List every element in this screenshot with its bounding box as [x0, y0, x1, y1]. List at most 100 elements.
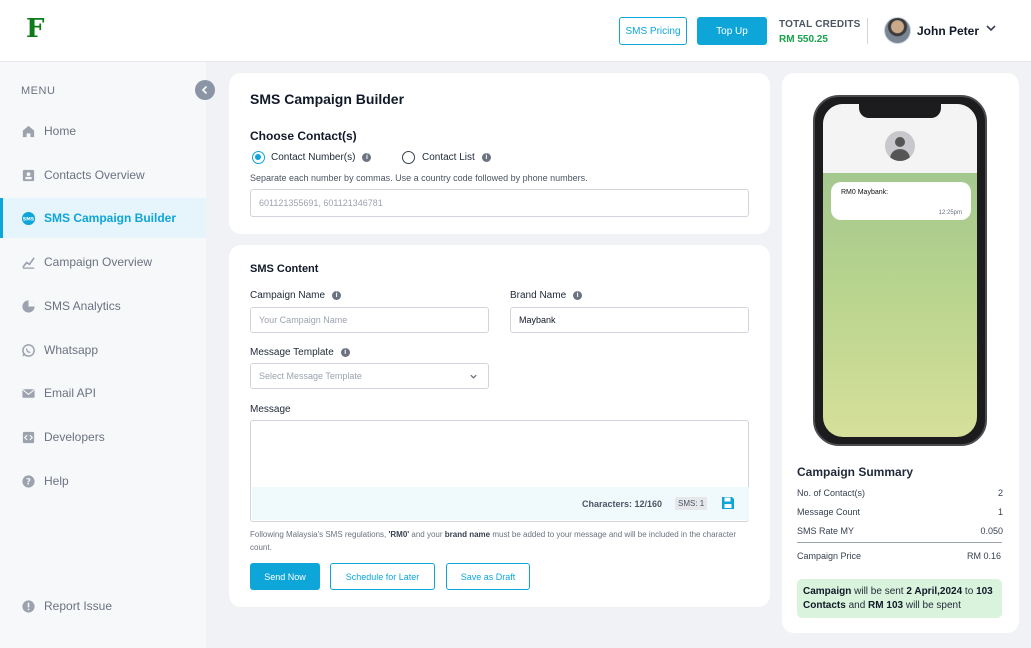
report-issue-link[interactable]: Report Issue [0, 586, 206, 626]
sidebar-item-label: Help [44, 474, 69, 488]
note-text: and your [409, 530, 445, 539]
contacts-icon [21, 168, 36, 183]
sms-regulation-note: Following Malaysia's SMS regulations, 'R… [250, 528, 750, 554]
sidebar-item-label: Campaign Overview [44, 255, 153, 269]
contact-avatar-icon [885, 131, 915, 161]
sms-content-heading: SMS Content [250, 263, 319, 275]
sidebar-item-help[interactable]: ? Help [0, 461, 206, 501]
note-text: Following Malaysia's SMS regulations, [250, 530, 389, 539]
summary-value: 0.050 [980, 526, 1003, 536]
sidebar-item-developers[interactable]: Developers [0, 417, 206, 457]
numbers-helper-text: Separate each number by commas. Use a co… [250, 173, 588, 183]
brand-name-label: Brand Name [510, 289, 567, 301]
info-icon[interactable]: i [481, 153, 491, 162]
sidebar-item-label: SMS Campaign Builder [44, 211, 177, 225]
notice-date: 2 April,2024 [906, 586, 963, 597]
info-icon[interactable]: i [362, 153, 372, 162]
message-template-label-row: Message Template i [250, 346, 350, 358]
summary-row: No. of Contact(s) 2 [797, 488, 1003, 498]
contact-numbers-input[interactable]: 601121355691, 601121346781 [250, 189, 749, 217]
campaign-price-value: RM 0.16 [967, 551, 1002, 561]
summary-row: Message Count 1 [797, 507, 1003, 517]
campaign-name-label-row: Campaign Name i [250, 289, 342, 301]
summary-label: No. of Contact(s) [797, 488, 866, 498]
brand-name-input[interactable]: Maybank [510, 307, 749, 333]
save-draft-button[interactable]: Save as Draft [446, 563, 530, 590]
choose-contacts-heading: Choose Contact(s) [250, 129, 357, 143]
campaign-name-input[interactable]: Your Campaign Name [250, 307, 489, 333]
sidebar-item-whatsapp[interactable]: Whatsapp [0, 330, 206, 370]
contact-list-option[interactable]: Contact List i [422, 151, 491, 164]
notice-amount: RM 103 [868, 600, 904, 611]
code-icon [21, 430, 36, 445]
info-icon[interactable]: i [332, 290, 342, 300]
sidebar-item-label: SMS Analytics [44, 299, 121, 313]
sidebar-item-label: Developers [44, 430, 105, 444]
total-credits-label: TOTAL CREDITS [779, 19, 861, 30]
collapse-sidebar-button[interactable] [195, 80, 215, 100]
schedule-later-button[interactable]: Schedule for Later [330, 563, 435, 590]
message-footer: Characters: 12/160 SMS: 1 [252, 487, 749, 520]
info-icon[interactable]: i [340, 347, 350, 357]
sms-pricing-button[interactable]: SMS Pricing [619, 17, 687, 45]
sidebar-item-home[interactable]: Home [0, 111, 206, 151]
summary-divider [797, 542, 1002, 543]
summary-label: Message Count [797, 507, 861, 517]
summary-value: 2 [997, 488, 1003, 498]
bubble-time: 12:25pm [938, 210, 962, 216]
email-icon [21, 386, 36, 401]
note-brand-name: brand name [444, 530, 491, 539]
notice-text: will be sent [851, 586, 907, 597]
top-header: F SMS Pricing Top Up TOTAL CREDITS RM 55… [0, 0, 1031, 62]
sms-icon: SMS [21, 211, 36, 226]
sidebar-item-label: Whatsapp [44, 343, 99, 357]
message-template-select[interactable]: Select Message Template [250, 363, 489, 389]
total-credits-value: RM 550.25 [779, 34, 828, 45]
character-count: Characters: 12/160 [582, 499, 663, 509]
notice-text: to [962, 586, 977, 597]
header-divider [867, 18, 868, 44]
contact-numbers-radio[interactable] [252, 151, 265, 164]
sidebar-item-email-api[interactable]: Email API [0, 373, 206, 413]
sidebar-item-contacts-overview[interactable]: Contacts Overview [0, 155, 206, 195]
bubble-text: RM0 Maybank: [841, 189, 889, 196]
contact-list-label: Contact List [422, 152, 475, 163]
svg-text:SMS: SMS [23, 216, 35, 222]
page-title: SMS Campaign Builder [250, 91, 405, 107]
note-rm0: 'RM0' [388, 530, 410, 539]
message-template-placeholder: Select Message Template [259, 371, 362, 381]
notice-text: and [845, 600, 869, 611]
svg-text:?: ? [26, 476, 31, 486]
chevron-down-icon [469, 372, 478, 383]
help-icon: ? [21, 474, 36, 489]
sidebar-item-sms-analytics[interactable]: SMS Analytics [0, 286, 206, 326]
top-up-button[interactable]: Top Up [697, 17, 767, 45]
save-icon[interactable] [720, 495, 736, 511]
campaign-price-label: Campaign Price [797, 551, 862, 561]
phone-screen: RM0 Maybank: 12:25pm [823, 104, 977, 437]
notice-campaign: Campaign [803, 586, 852, 597]
summary-value: 1 [997, 507, 1003, 517]
brand-logo[interactable]: F [26, 14, 44, 44]
message-template-label: Message Template [250, 346, 334, 358]
send-now-button[interactable]: Send Now [250, 563, 320, 590]
contact-numbers-label: Contact Number(s) [271, 152, 356, 163]
report-issue-label: Report Issue [44, 599, 113, 613]
pie-chart-icon [21, 299, 36, 314]
home-icon [21, 124, 36, 139]
contact-list-radio[interactable] [402, 151, 415, 164]
contact-numbers-option[interactable]: Contact Number(s) i [271, 151, 372, 164]
phone-preview: RM0 Maybank: 12:25pm [813, 95, 987, 446]
phone-notch [859, 104, 941, 118]
user-name[interactable]: John Peter [917, 24, 979, 38]
sidebar-item-label: Home [44, 124, 77, 138]
user-avatar[interactable] [884, 17, 911, 44]
info-icon[interactable]: i [573, 290, 583, 300]
menu-label: MENU [21, 85, 56, 97]
message-label: Message [250, 403, 291, 415]
message-textarea[interactable]: Characters: 12/160 SMS: 1 [250, 420, 749, 522]
chevron-down-icon[interactable] [985, 22, 997, 37]
sidebar-item-sms-campaign-builder[interactable]: SMS SMS Campaign Builder [0, 198, 206, 238]
sidebar-item-campaign-overview[interactable]: Campaign Overview [0, 242, 206, 282]
chart-icon [21, 255, 36, 270]
